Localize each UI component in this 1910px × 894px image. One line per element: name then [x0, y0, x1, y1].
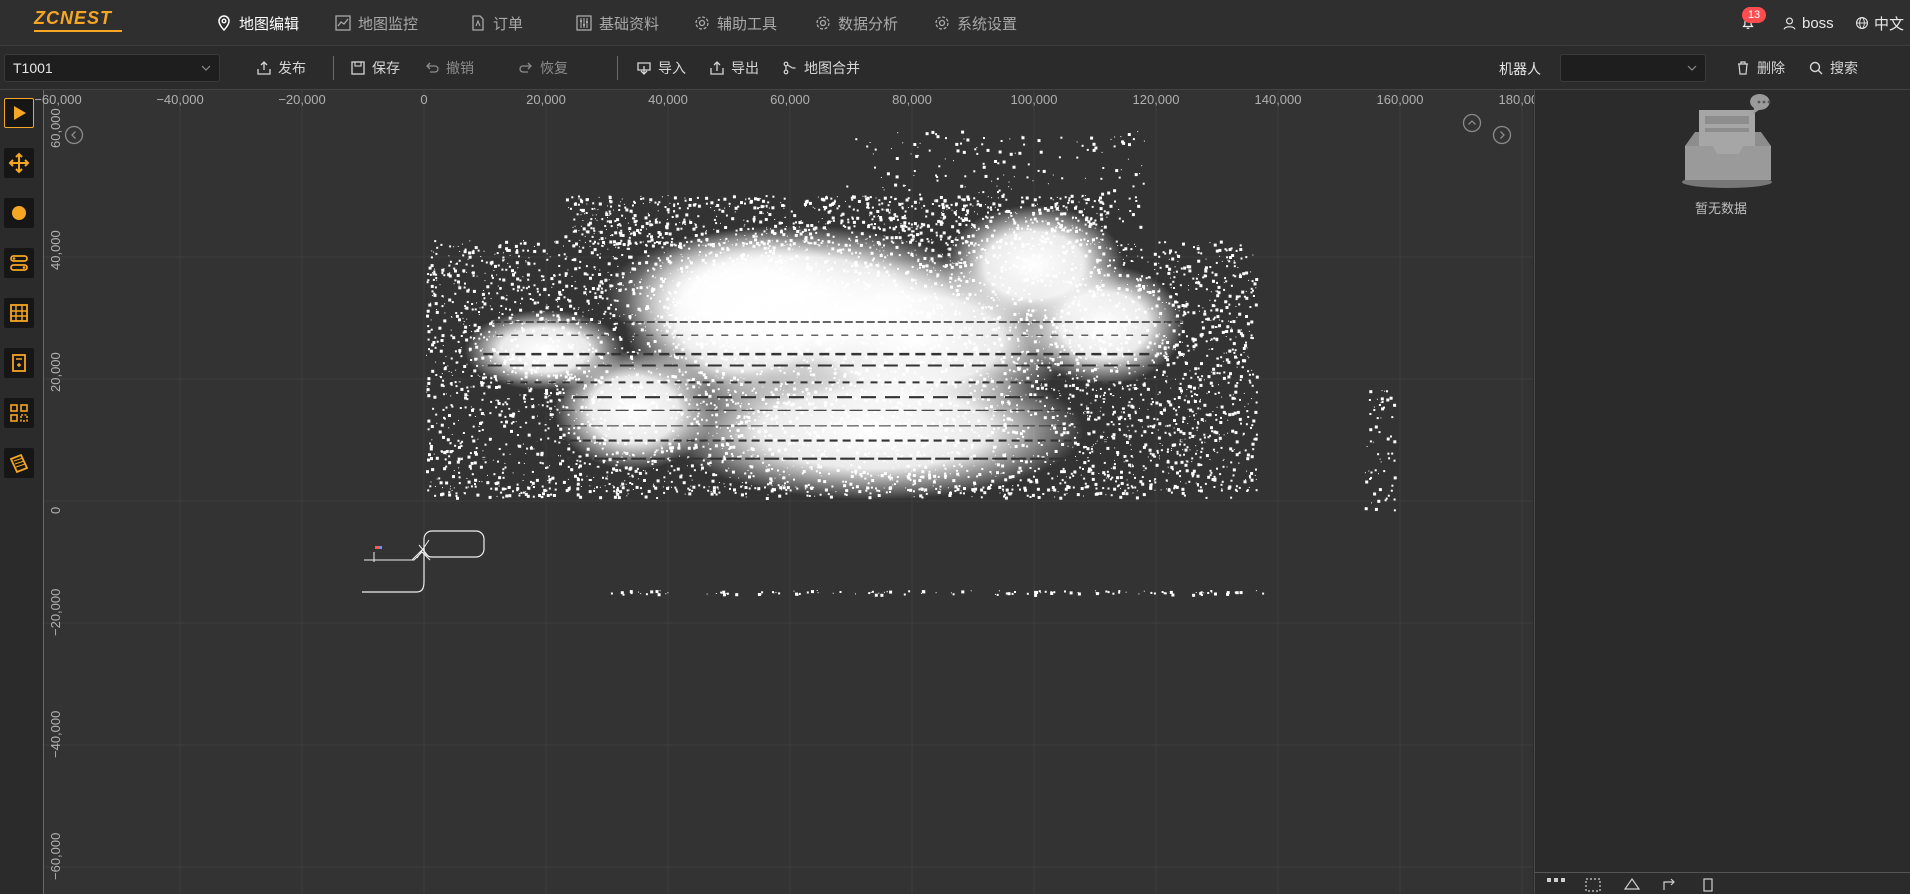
nav-map-edit[interactable]: 地图编辑	[215, 11, 299, 35]
empty-state-text: 暂无数据	[1695, 201, 1748, 216]
redo-icon	[519, 62, 532, 73]
upload-box-icon	[257, 61, 271, 75]
undo-button[interactable]: 撤销	[424, 57, 474, 79]
top-nav-bar: ZCNEST 地图编辑 地图监控 订单 基础资料 辅助工具 数据分析 系统设置 …	[0, 0, 1910, 46]
nav-orders[interactable]: 订单	[469, 11, 523, 35]
scroll-up-button[interactable]	[1462, 113, 1482, 133]
ruler-x-tick: 100,000	[1010, 92, 1058, 107]
grid-group-icon	[10, 404, 28, 422]
export-button[interactable]: 导出	[709, 57, 759, 79]
station-icon	[12, 354, 26, 372]
ruler-x-tick: −60,000	[34, 92, 82, 107]
gear-icon	[935, 16, 949, 30]
shelf-icon	[10, 304, 28, 322]
notification-badge: 13	[1742, 7, 1766, 23]
grid-view-icon[interactable]	[1545, 876, 1567, 892]
ruler-x-tick: 0	[420, 92, 428, 107]
user-icon	[1783, 17, 1796, 30]
publish-button[interactable]: 发布	[256, 57, 306, 79]
ruler-x-tick: 120,000	[1132, 92, 1180, 107]
scroll-left-button[interactable]	[64, 125, 84, 145]
move-tool[interactable]	[4, 148, 34, 178]
delete-button[interactable]: 删除	[1735, 57, 1785, 79]
ruler-x-tick: 140,000	[1254, 92, 1302, 107]
gear-icon	[816, 16, 830, 30]
map-pin-icon	[218, 15, 230, 32]
robot-select[interactable]	[1560, 54, 1706, 82]
rotate-icon[interactable]	[1659, 876, 1681, 892]
logo[interactable]: ZCNEST	[34, 8, 124, 34]
scroll-right-button[interactable]	[1492, 125, 1512, 145]
station-tool[interactable]	[4, 348, 34, 378]
ruler-x-tick: 60,000	[770, 92, 810, 107]
toolbar-divider	[333, 56, 334, 80]
move-arrows-icon	[8, 152, 30, 174]
editor-toolbar: T1001 发布 保存 撤销 恢复 导入 导出 地图合并 机器人 删除 搜索	[0, 46, 1910, 90]
chevron-down-icon	[201, 65, 211, 71]
chevron-down-icon	[1687, 65, 1697, 71]
ruler-y-tick: −40,000	[48, 710, 63, 758]
nav-data-analysis[interactable]: 数据分析	[814, 11, 898, 35]
empty-box-icon	[1682, 94, 1772, 188]
save-button[interactable]: 保存	[350, 57, 400, 79]
ruler-x-tick: 80,000	[892, 92, 932, 107]
group-tool[interactable]	[4, 398, 34, 428]
ruler-y-tick: 20,000	[48, 352, 63, 392]
route-path	[362, 530, 485, 593]
ruler-x-tick: 20,000	[526, 92, 566, 107]
redo-button[interactable]: 恢复	[518, 57, 568, 79]
import-button[interactable]: 导入	[636, 57, 686, 79]
nav-base-data[interactable]: 基础资料	[575, 11, 659, 35]
nav-system-settings[interactable]: 系统设置	[933, 11, 1017, 35]
path-tool[interactable]	[4, 248, 34, 278]
map-select[interactable]: T1001	[4, 54, 220, 82]
ruler-y-tick: −20,000	[48, 588, 63, 636]
properties-panel: 暂无数据	[1534, 90, 1910, 894]
ruler-x-tick: −20,000	[278, 92, 326, 107]
route-icon	[10, 255, 28, 271]
nav-map-monitor[interactable]: 地图监控	[334, 11, 418, 35]
toolbar-divider	[617, 56, 618, 80]
ruler-x-tick: −40,000	[156, 92, 204, 107]
user-menu[interactable]: boss	[1782, 11, 1834, 35]
ruler-y-tick: 0	[48, 506, 63, 514]
globe-icon	[1856, 17, 1868, 29]
ruler-y-tick: 60,000	[48, 108, 63, 148]
point-tool[interactable]	[4, 198, 34, 228]
robot-label: 机器人	[1499, 61, 1541, 77]
shelf-tool[interactable]	[4, 298, 34, 328]
import-icon	[637, 62, 651, 75]
ruler-y-tick: −60,000	[48, 832, 63, 880]
tool-palette	[0, 90, 40, 894]
undo-icon	[426, 62, 439, 73]
gear-icon	[695, 16, 709, 30]
map-merge-button[interactable]: 地图合并	[782, 57, 860, 79]
circle-dot-icon	[12, 206, 26, 220]
ruler-y-tick: 40,000	[48, 230, 63, 270]
panel-bottom-toolbar	[1535, 872, 1910, 894]
area-icon	[9, 453, 29, 474]
search-button[interactable]: 搜索	[1808, 57, 1858, 79]
select-tool[interactable]	[4, 98, 34, 128]
trash-icon	[1738, 61, 1748, 75]
search-icon	[1809, 61, 1823, 75]
layers-icon[interactable]	[1621, 876, 1643, 892]
save-icon	[351, 61, 365, 75]
document-icon	[472, 15, 484, 31]
merge-icon	[783, 61, 796, 75]
export-icon	[710, 61, 724, 75]
language-switch[interactable]: 中文	[1855, 11, 1904, 35]
horizontal-ruler: −60,000 −40,000 −20,000 0 20,000 40,000 60,000…	[34, 90, 1545, 107]
ruler-x-tick: 160,000	[1376, 92, 1424, 107]
ruler-x-tick: 40,000	[648, 92, 688, 107]
map-canvas[interactable]	[44, 90, 1533, 894]
sliders-icon	[576, 15, 592, 31]
select-area-icon[interactable]	[1583, 876, 1605, 892]
area-tool[interactable]	[4, 448, 34, 478]
nav-aux-tools[interactable]: 辅助工具	[693, 11, 777, 35]
cursor-arrow-icon	[14, 106, 26, 120]
line-chart-icon	[335, 15, 351, 31]
copy-icon[interactable]	[1697, 876, 1719, 892]
